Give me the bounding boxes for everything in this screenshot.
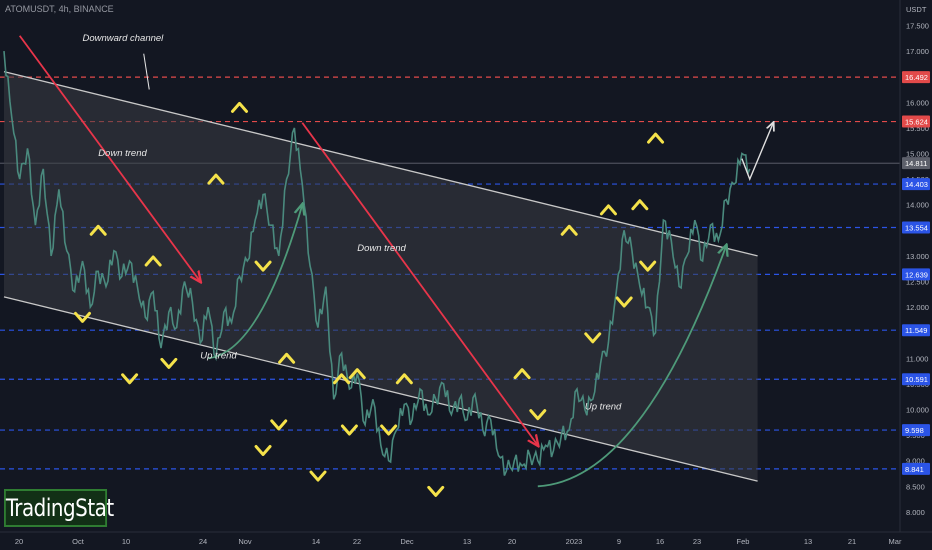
price-tick-label: 13.000 xyxy=(906,252,929,261)
level-badge-label-2: 14.403 xyxy=(905,180,928,189)
time-tick-label: 21 xyxy=(848,537,856,546)
time-tick-label: 2023 xyxy=(566,537,583,546)
price-axis-currency: USDT xyxy=(906,5,927,14)
price-tick-label: 14.000 xyxy=(906,201,929,210)
time-tick-label: 24 xyxy=(199,537,207,546)
time-tick-label: 13 xyxy=(463,537,471,546)
level-badge-label-0: 16.492 xyxy=(905,73,928,82)
time-tick-label: Mar xyxy=(889,537,902,546)
annotation-label-0: Downward channel xyxy=(83,33,165,44)
annotation-label-4: Up trend xyxy=(585,402,622,413)
time-tick-label: Feb xyxy=(737,537,750,546)
price-chart[interactable]: Downward channel Down trend Down trend Up t… xyxy=(0,0,932,550)
time-tick-label: 14 xyxy=(312,537,320,546)
time-tick-label: 20 xyxy=(15,537,23,546)
time-tick-label: 20 xyxy=(508,537,516,546)
price-tick-label: 11.000 xyxy=(906,354,928,363)
price-tick-label: 17.000 xyxy=(906,47,929,56)
symbol-title[interactable]: ATOMUSDT, 4h, BINANCE xyxy=(5,4,114,14)
level-badge-label-7: 9.598 xyxy=(905,426,924,435)
time-tick-label: Nov xyxy=(238,537,252,546)
price-tick-label: 8.000 xyxy=(906,508,925,517)
time-tick-label: 9 xyxy=(617,537,621,546)
annotation-label-3: Up trend xyxy=(200,350,237,361)
level-badge-label-5: 11.549 xyxy=(905,326,927,335)
time-tick-label: Oct xyxy=(72,537,85,546)
level-badge-label-1: 15.624 xyxy=(905,118,928,127)
level-badge-label-8: 8.841 xyxy=(905,465,924,474)
price-tick-label: 15.000 xyxy=(906,150,929,159)
annotation-label-2: Down trend xyxy=(357,243,406,254)
tradingstat-logo: TradingStat xyxy=(4,489,114,527)
current-price-badge-label: 14.811 xyxy=(905,159,927,168)
level-badge-label-4: 12.639 xyxy=(905,270,928,279)
time-tick-label: 22 xyxy=(353,537,361,546)
level-badge-label-3: 13.554 xyxy=(905,224,928,233)
time-tick-label: 16 xyxy=(656,537,664,546)
level-badge-label-6: 10.591 xyxy=(905,375,928,384)
annotation-label-1: Down trend xyxy=(98,148,147,159)
time-tick-label: 10 xyxy=(122,537,130,546)
price-tick-label: 12.000 xyxy=(906,303,929,312)
price-tick-label: 17.500 xyxy=(906,22,929,31)
price-tick-label: 10.000 xyxy=(906,406,929,415)
time-tick-label: Dec xyxy=(400,537,414,546)
time-tick-label: 23 xyxy=(693,537,701,546)
price-tick-label: 16.000 xyxy=(906,98,929,107)
price-tick-label: 8.500 xyxy=(906,482,925,491)
time-tick-label: 13 xyxy=(804,537,812,546)
